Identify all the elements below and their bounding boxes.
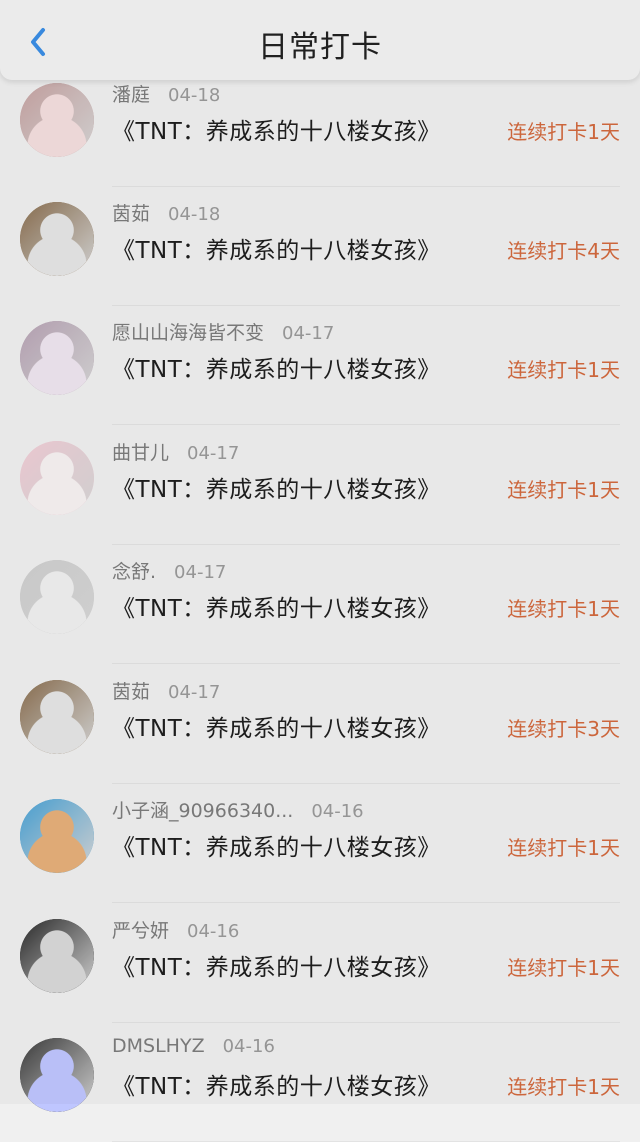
name-date-line: 曲甘儿 04-17 bbox=[112, 438, 239, 464]
divider bbox=[112, 424, 620, 425]
checkin-list[interactable]: 潘庭 04-18 《TNT：养成系的十八楼女孩》 连续打卡1天 茵茹 04-18 《TNT：… bbox=[0, 0, 640, 1142]
date: 04-16 bbox=[311, 801, 364, 822]
date: 04-17 bbox=[282, 323, 335, 344]
username[interactable]: 小子涵_90966340... bbox=[112, 796, 293, 823]
username[interactable]: 念舒. bbox=[112, 557, 156, 584]
name-date-line: 茵茹 04-18 bbox=[112, 199, 220, 225]
streak-label: 连续打卡1天 bbox=[507, 597, 620, 621]
book-title[interactable]: 《TNT：养成系的十八楼女孩》 bbox=[112, 589, 441, 623]
avatar-image bbox=[20, 1038, 94, 1112]
avatar-image bbox=[20, 321, 94, 395]
date: 04-16 bbox=[222, 1036, 275, 1057]
username[interactable]: 茵茹 bbox=[112, 677, 150, 704]
streak-label: 连续打卡1天 bbox=[507, 120, 620, 144]
name-date-line: 小子涵_90966340... 04-16 bbox=[112, 796, 364, 822]
username[interactable]: 潘庭 bbox=[112, 80, 150, 107]
book-title[interactable]: 《TNT：养成系的十八楼女孩》 bbox=[112, 350, 441, 384]
date: 04-17 bbox=[168, 682, 221, 703]
book-title[interactable]: 《TNT：养成系的十八楼女孩》 bbox=[112, 828, 441, 862]
name-date-line: 茵茹 04-17 bbox=[112, 677, 220, 703]
book-title[interactable]: 《TNT：养成系的十八楼女孩》 bbox=[112, 112, 441, 146]
name-date-line: 愿山山海海皆不变 04-17 bbox=[112, 318, 334, 344]
username[interactable]: 曲甘儿 bbox=[112, 438, 169, 465]
avatar[interactable] bbox=[20, 560, 94, 634]
avatar-image bbox=[20, 202, 94, 276]
username[interactable]: 严兮妍 bbox=[112, 916, 169, 943]
list-item[interactable]: 潘庭 04-18 《TNT：养成系的十八楼女孩》 连续打卡1天 bbox=[0, 68, 640, 187]
page: 日常打卡 潘庭 04-18 《TNT：养成系的十八楼女孩》 连续打卡1天 茵茹 04-18… bbox=[0, 0, 640, 1142]
streak-label: 连续打卡1天 bbox=[507, 836, 620, 860]
list-item[interactable]: 严兮妍 04-16 《TNT：养成系的十八楼女孩》 连续打卡1天 bbox=[0, 904, 640, 1023]
streak-label: 连续打卡1天 bbox=[507, 478, 620, 502]
avatar-image bbox=[20, 799, 94, 873]
date: 04-17 bbox=[187, 443, 240, 464]
name-date-line: 念舒. 04-17 bbox=[112, 557, 226, 583]
book-title[interactable]: 《TNT：养成系的十八楼女孩》 bbox=[112, 470, 441, 504]
name-date-line: 严兮妍 04-16 bbox=[112, 916, 239, 942]
list-item[interactable]: DMSLHYZ 04-16 《TNT：养成系的十八楼女孩》 连续打卡1天 bbox=[0, 1023, 640, 1142]
list-item[interactable]: 念舒. 04-17 《TNT：养成系的十八楼女孩》 连续打卡1天 bbox=[0, 545, 640, 664]
username[interactable]: 茵茹 bbox=[112, 199, 150, 226]
username[interactable]: 愿山山海海皆不变 bbox=[112, 318, 264, 345]
list-item[interactable]: 曲甘儿 04-17 《TNT：养成系的十八楼女孩》 连续打卡1天 bbox=[0, 426, 640, 545]
date: 04-18 bbox=[168, 204, 221, 225]
streak-label: 连续打卡4天 bbox=[507, 239, 620, 263]
avatar[interactable] bbox=[20, 202, 94, 276]
divider bbox=[112, 902, 620, 903]
top-bar: 日常打卡 bbox=[0, 0, 640, 80]
avatar-image bbox=[20, 560, 94, 634]
avatar[interactable] bbox=[20, 919, 94, 993]
avatar[interactable] bbox=[20, 441, 94, 515]
avatar-image bbox=[20, 83, 94, 157]
name-date-line: 潘庭 04-18 bbox=[112, 80, 220, 106]
streak-label: 连续打卡1天 bbox=[507, 1075, 620, 1099]
avatar-image bbox=[20, 441, 94, 515]
streak-label: 连续打卡1天 bbox=[507, 358, 620, 382]
book-title[interactable]: 《TNT：养成系的十八楼女孩》 bbox=[112, 1067, 441, 1101]
list-item[interactable]: 茵茹 04-18 《TNT：养成系的十八楼女孩》 连续打卡4天 bbox=[0, 187, 640, 306]
avatar[interactable] bbox=[20, 1038, 94, 1112]
avatar[interactable] bbox=[20, 680, 94, 754]
list-item[interactable]: 小子涵_90966340... 04-16 《TNT：养成系的十八楼女孩》 连续打卡1… bbox=[0, 784, 640, 903]
book-title[interactable]: 《TNT：养成系的十八楼女孩》 bbox=[112, 231, 441, 265]
streak-label: 连续打卡3天 bbox=[507, 717, 620, 741]
list-item[interactable]: 愿山山海海皆不变 04-17 《TNT：养成系的十八楼女孩》 连续打卡1天 bbox=[0, 306, 640, 425]
divider bbox=[112, 663, 620, 664]
avatar-image bbox=[20, 919, 94, 993]
list-item[interactable]: 茵茹 04-17 《TNT：养成系的十八楼女孩》 连续打卡3天 bbox=[0, 665, 640, 784]
date: 04-17 bbox=[174, 562, 227, 583]
page-title: 日常打卡 bbox=[258, 30, 382, 65]
streak-label: 连续打卡1天 bbox=[507, 956, 620, 980]
book-title[interactable]: 《TNT：养成系的十八楼女孩》 bbox=[112, 948, 441, 982]
date: 04-18 bbox=[168, 85, 221, 106]
avatar-image bbox=[20, 680, 94, 754]
avatar[interactable] bbox=[20, 799, 94, 873]
avatar[interactable] bbox=[20, 321, 94, 395]
username[interactable]: DMSLHYZ bbox=[112, 1035, 205, 1057]
avatar[interactable] bbox=[20, 83, 94, 157]
date: 04-16 bbox=[187, 921, 240, 942]
book-title[interactable]: 《TNT：养成系的十八楼女孩》 bbox=[112, 709, 441, 743]
name-date-line: DMSLHYZ 04-16 bbox=[112, 1035, 275, 1061]
